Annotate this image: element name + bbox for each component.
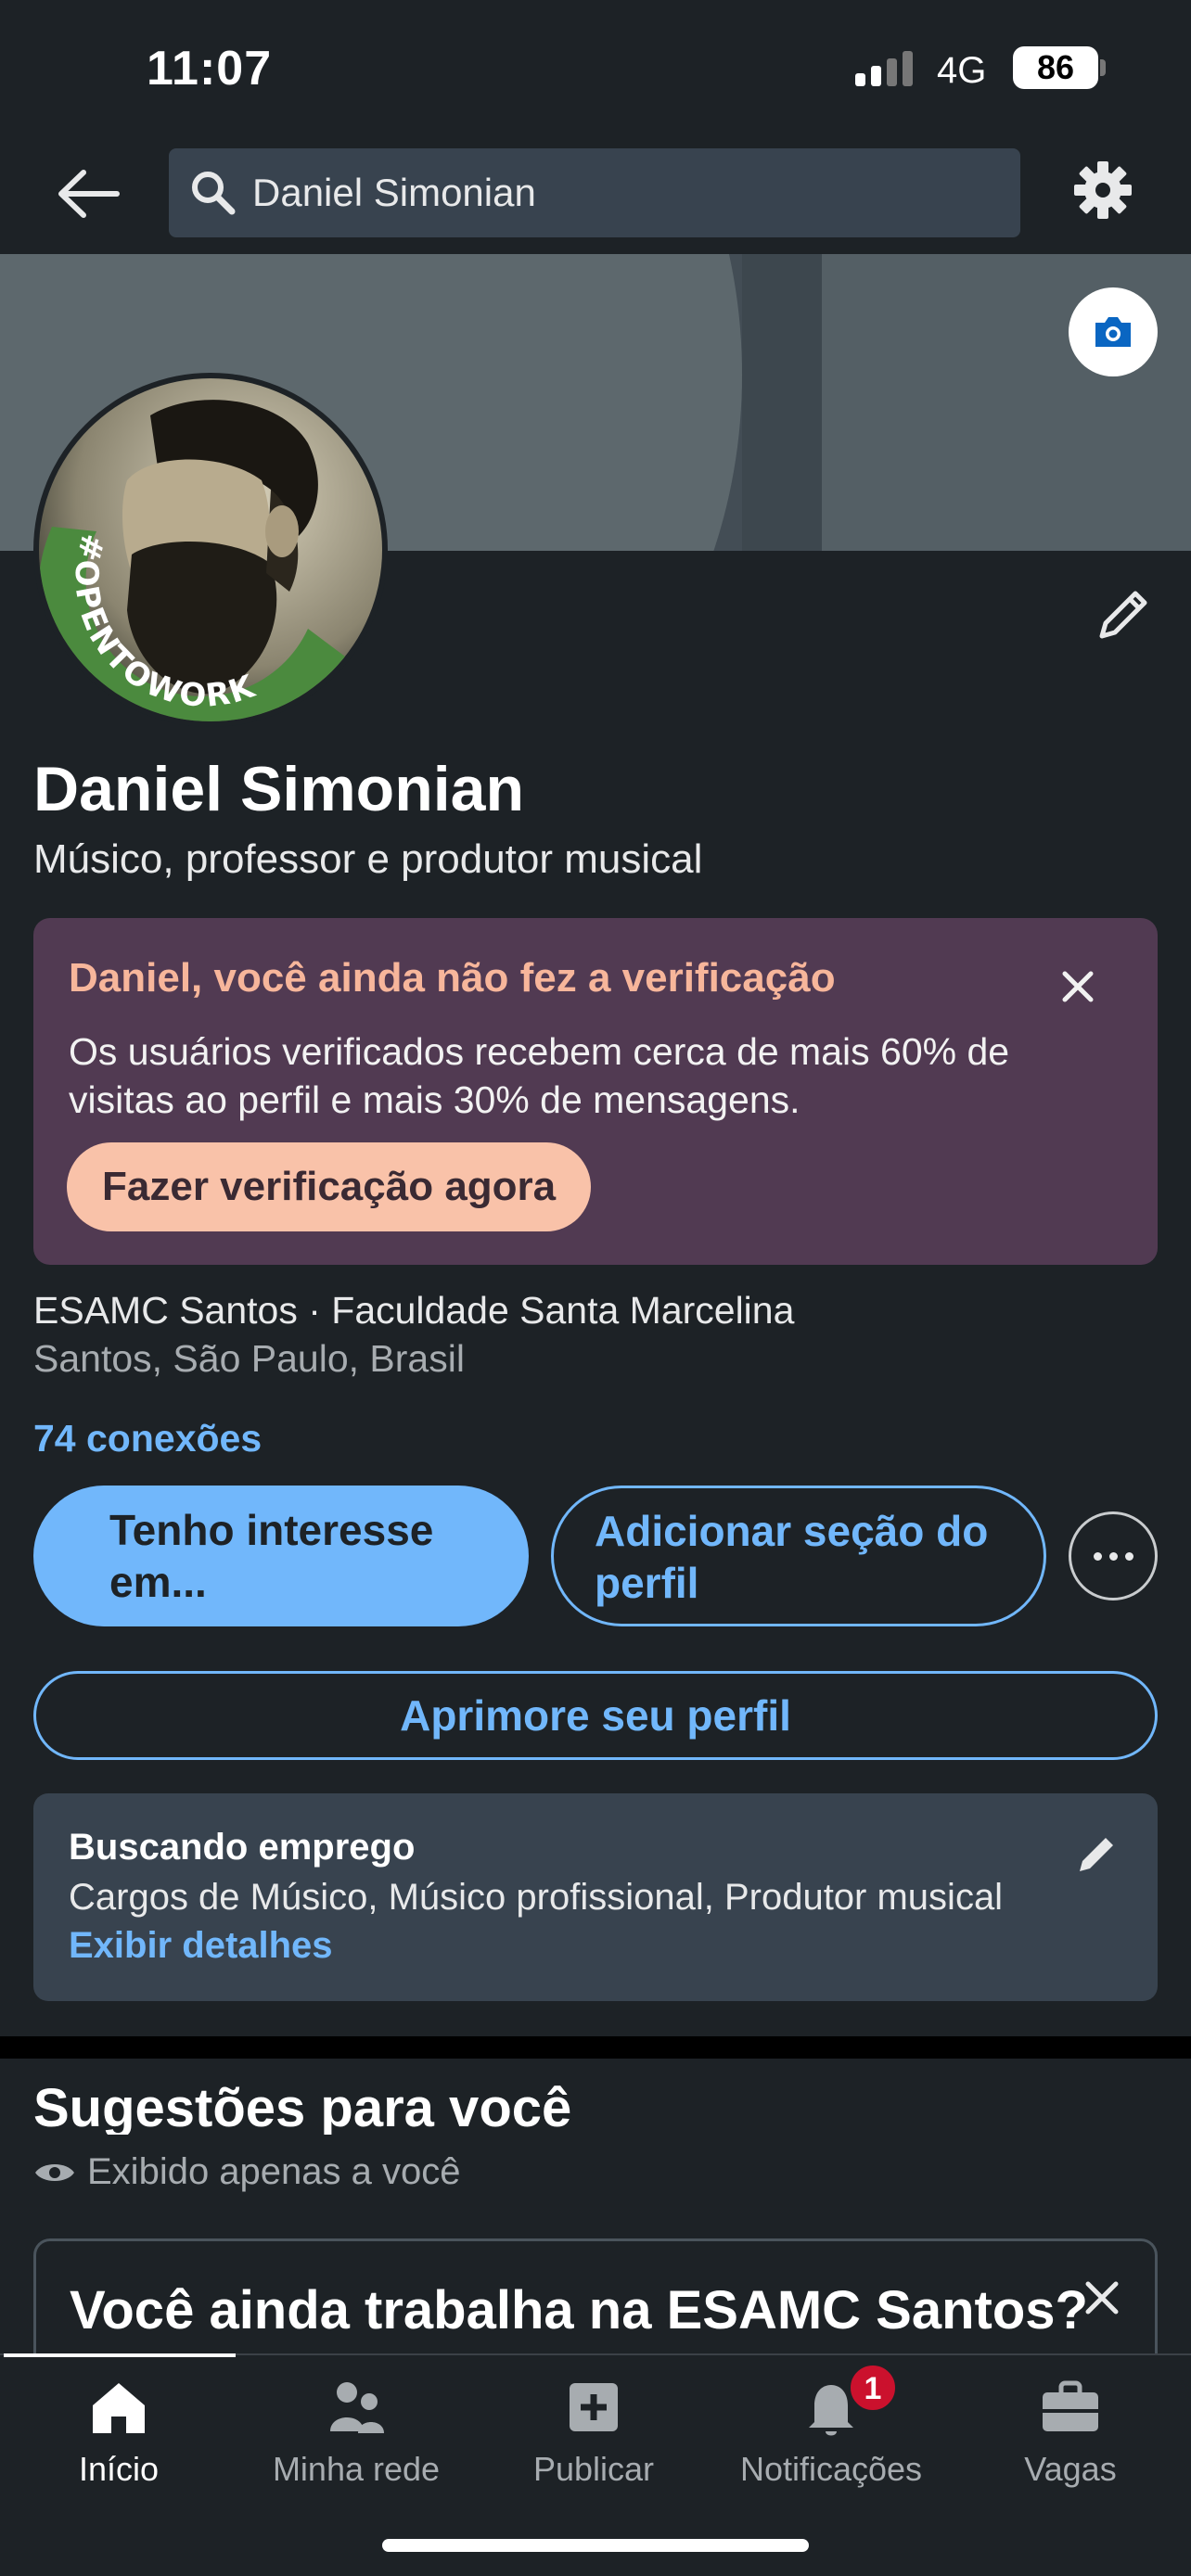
edit-cover-button[interactable]	[1069, 287, 1158, 376]
suggestion-close-button[interactable]	[1079, 2275, 1125, 2321]
section-divider	[0, 2036, 1191, 2059]
more-dot	[1093, 1551, 1102, 1561]
tab-label: Início	[78, 2450, 160, 2488]
top-nav	[0, 139, 1191, 254]
battery-icon: 86	[1013, 46, 1098, 89]
verify-now-button[interactable]: Fazer verificação agora	[67, 1142, 592, 1231]
profile-education[interactable]: ESAMC Santos · Faculdade Santa Marcelina	[33, 1289, 794, 1333]
briefcase-icon	[1043, 2380, 1098, 2431]
profile-headline: Músico, professor e produtor musical	[33, 836, 703, 882]
tab-notifications[interactable]: 1 Notificações	[720, 2363, 942, 2489]
verification-close-button[interactable]	[1054, 963, 1102, 1011]
edit-open-to-work-button[interactable]	[1070, 1829, 1122, 1881]
verification-text: Os usuários verificados recebem cerca de…	[69, 1030, 1010, 1121]
show-details-link[interactable]: Exibir detalhes	[69, 1925, 333, 1967]
settings-button[interactable]	[1072, 159, 1133, 221]
pencil-icon	[1099, 591, 1147, 639]
search-input[interactable]	[252, 171, 994, 215]
edit-intro-button[interactable]	[1091, 582, 1156, 647]
tab-jobs[interactable]: Vagas	[959, 2374, 1182, 2489]
tab-label: Publicar	[532, 2450, 655, 2488]
open-to-work-title: Buscando emprego	[69, 1827, 416, 1868]
close-icon	[1085, 2281, 1119, 2315]
visibility-text: Exibido apenas a você	[87, 2151, 461, 2192]
profile-avatar[interactable]: #OPENTOWORK	[33, 373, 388, 727]
pencil-icon	[1080, 1838, 1113, 1871]
search-bar[interactable]	[169, 148, 1020, 237]
signal-icon	[855, 51, 913, 86]
open-to-button[interactable]: Tenho interesse em...	[33, 1486, 529, 1626]
status-bar: 11:07 4G 86	[0, 0, 1191, 139]
network-type: 4G	[937, 50, 987, 91]
avatar-picture: #OPENTOWORK	[39, 378, 382, 721]
avatar-photo: #OPENTOWORK	[39, 378, 382, 721]
home-icon	[93, 2383, 145, 2433]
verification-title: Daniel, você ainda não fez a verificação	[69, 955, 836, 1001]
gear-icon	[1074, 161, 1132, 219]
arrow-left-icon	[58, 170, 120, 218]
notification-badge: 1	[848, 2363, 898, 2413]
improve-profile-button[interactable]: Aprimore seu perfil	[33, 1671, 1158, 1760]
connections-link[interactable]: 74 conexões	[33, 1417, 262, 1460]
tab-label: Vagas	[1024, 2450, 1117, 2488]
open-to-work-card[interactable]: Buscando emprego Cargos de Músico, Músic…	[33, 1793, 1158, 2001]
search-icon	[192, 172, 236, 215]
back-button[interactable]	[52, 161, 126, 226]
eye-icon	[35, 2163, 74, 2181]
camera-icon	[1095, 317, 1131, 347]
open-to-work-roles: Cargos de Músico, Músico profissional, P…	[69, 1877, 1004, 1918]
status-time: 11:07	[147, 42, 273, 96]
tab-label: Minha rede	[272, 2450, 441, 2488]
cover-shape	[742, 254, 822, 551]
verification-card: Daniel, você ainda não fez a verificação…	[33, 918, 1158, 1265]
active-tab-indicator	[4, 2353, 236, 2357]
suggestions-title: Sugestões para você	[33, 2078, 572, 2135]
more-actions-button[interactable]	[1069, 1511, 1158, 1600]
battery-tip	[1100, 59, 1106, 76]
close-icon	[1062, 971, 1094, 1002]
more-dot	[1108, 1551, 1118, 1561]
profile-location: Santos, São Paulo, Brasil	[33, 1337, 465, 1380]
more-dot	[1124, 1551, 1133, 1561]
home-indicator	[382, 2539, 809, 2552]
tab-label: Notificações	[739, 2450, 923, 2488]
tab-my-network[interactable]: Minha rede	[245, 2374, 467, 2489]
add-profile-section-button[interactable]: Adicionar seção do perfil	[551, 1486, 1046, 1626]
profile-name: Daniel Simonian	[33, 754, 524, 824]
tab-home[interactable]: Início	[7, 2374, 230, 2489]
suggestion-card-title: Você ainda trabalha na ESAMC Santos?	[70, 2280, 1088, 2340]
plus-square-icon	[570, 2383, 618, 2431]
suggestions-visibility: Exibido apenas a você	[33, 2151, 461, 2193]
people-icon	[330, 2382, 384, 2433]
tab-post[interactable]: Publicar	[482, 2374, 705, 2489]
